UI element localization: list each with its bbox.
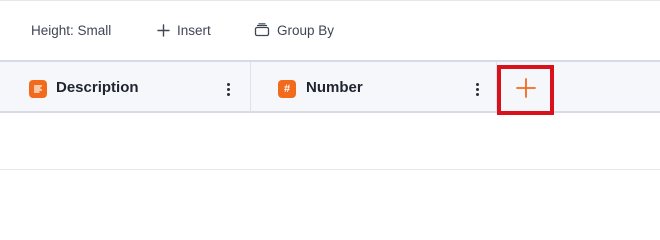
group-by-icon (254, 23, 270, 37)
add-column-button[interactable] (497, 65, 554, 115)
text-lines-icon (29, 80, 47, 98)
column-header-description[interactable]: Description (0, 62, 251, 111)
row-height-label: Height: Small (31, 22, 112, 38)
row-height-button[interactable]: Height: Small (31, 21, 111, 39)
column-header-row: Description # Number (0, 60, 660, 113)
toolbar: Height: Small Insert Group By (0, 0, 660, 60)
insert-button[interactable]: Insert (157, 21, 211, 39)
insert-label: Insert (177, 22, 211, 38)
column-menu-icon[interactable] (472, 79, 482, 99)
plus-icon (157, 23, 170, 37)
column-header-number[interactable]: # Number (251, 62, 497, 111)
hash-icon: # (278, 80, 296, 98)
plus-icon (515, 77, 536, 103)
column-title: Description (56, 79, 139, 96)
column-menu-icon[interactable] (223, 79, 233, 99)
group-by-label: Group By (277, 22, 335, 38)
group-by-button[interactable]: Group By (254, 21, 334, 39)
column-title: Number (306, 79, 363, 96)
row-divider (0, 169, 660, 170)
